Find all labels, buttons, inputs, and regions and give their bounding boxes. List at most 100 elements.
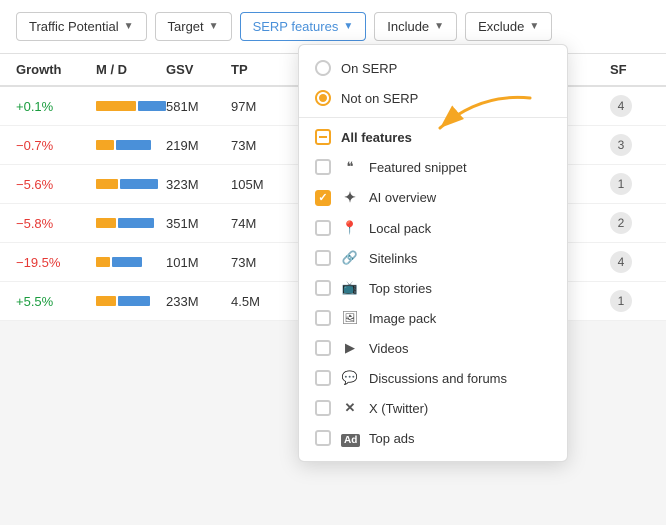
sf-badge: 4 (610, 251, 632, 273)
target-button[interactable]: Target ▼ (155, 12, 232, 41)
not-on-serp-option[interactable]: Not on SERP (299, 83, 567, 113)
checkbox-ai-overview[interactable]: ✓ (315, 190, 331, 206)
dropdown-divider (299, 117, 567, 118)
col-header-tp: TP (231, 62, 286, 77)
feature-ai-overview[interactable]: ✓ ✦ AI overview (299, 182, 567, 213)
label-discussions: Discussions and forums (369, 371, 507, 386)
label-local-pack: Local pack (369, 221, 431, 236)
checkbox-local-pack[interactable] (315, 220, 331, 236)
exclude-button[interactable]: Exclude ▼ (465, 12, 552, 41)
include-label: Include (387, 19, 429, 34)
bar-blue (118, 218, 154, 228)
target-label: Target (168, 19, 204, 34)
cell-tp: 97M (231, 99, 286, 114)
cell-growth: −0.7% (16, 138, 96, 153)
traffic-potential-button[interactable]: Traffic Potential ▼ (16, 12, 147, 41)
cell-gsv: 351M (166, 216, 231, 231)
on-serp-radio[interactable] (315, 60, 331, 76)
on-serp-label: On SERP (341, 61, 397, 76)
cell-gsv: 581M (166, 99, 231, 114)
checkbox-image-pack[interactable] (315, 310, 331, 326)
minus-line (319, 136, 327, 138)
bar-yellow (96, 140, 114, 150)
cell-sf: 4 (610, 95, 650, 117)
cell-growth: −5.6% (16, 177, 96, 192)
serp-features-button[interactable]: SERP features ▼ (240, 12, 367, 41)
checkbox-x-twitter[interactable] (315, 400, 331, 416)
feature-x-twitter[interactable]: ✕ X (Twitter) (299, 393, 567, 423)
checkbox-videos[interactable] (315, 340, 331, 356)
cell-sf: 1 (610, 173, 650, 195)
on-serp-option[interactable]: On SERP (299, 53, 567, 83)
bar-yellow (96, 296, 116, 306)
not-on-serp-radio[interactable] (315, 90, 331, 106)
label-top-ads: Top ads (369, 431, 415, 446)
traffic-potential-label: Traffic Potential (29, 19, 119, 34)
checkbox-discussions[interactable] (315, 370, 331, 386)
col-header-md: M / D (96, 62, 166, 77)
bar-yellow (96, 257, 110, 267)
cell-sf: 2 (610, 212, 650, 234)
feature-sitelinks[interactable]: 🔗 Sitelinks (299, 243, 567, 273)
feature-featured-snippet[interactable]: ❝ Featured snippet (299, 152, 567, 182)
col-header-growth: Growth (16, 62, 96, 77)
icon-videos: ▶ (341, 340, 359, 356)
feature-list: ❝ Featured snippet ✓ ✦ AI overview 📍 Loc… (299, 152, 567, 453)
cell-gsv: 323M (166, 177, 231, 192)
checkbox-top-ads[interactable] (315, 430, 331, 446)
feature-discussions[interactable]: 💬 Discussions and forums (299, 363, 567, 393)
label-ai-overview: AI overview (369, 190, 436, 205)
cell-md (96, 179, 166, 189)
feature-local-pack[interactable]: 📍 Local pack (299, 213, 567, 243)
all-features-label: All features (341, 130, 412, 145)
col-header-sf: SF (610, 62, 650, 77)
include-button[interactable]: Include ▼ (374, 12, 457, 41)
icon-featured-snippet: ❝ (341, 159, 359, 175)
cell-md (96, 140, 166, 150)
checkbox-top-stories[interactable] (315, 280, 331, 296)
feature-top-ads[interactable]: Ad Top ads (299, 423, 567, 453)
bar-yellow (96, 179, 118, 189)
checkbox-sitelinks[interactable] (315, 250, 331, 266)
minus-icon (315, 129, 331, 145)
cell-md (96, 101, 166, 111)
icon-ai-overview: ✦ (341, 189, 359, 206)
cell-growth: +5.5% (16, 294, 96, 309)
cell-sf: 4 (610, 251, 650, 273)
not-on-serp-label: Not on SERP (341, 91, 418, 106)
sf-badge: 3 (610, 134, 632, 156)
label-featured-snippet: Featured snippet (369, 160, 467, 175)
label-image-pack: Image pack (369, 311, 436, 326)
label-videos: Videos (369, 341, 409, 356)
icon-x-twitter: ✕ (341, 400, 359, 416)
exclude-label: Exclude (478, 19, 524, 34)
cell-md (96, 218, 166, 228)
checkbox-featured-snippet[interactable] (315, 159, 331, 175)
bar-yellow (96, 218, 116, 228)
bar-blue (112, 257, 142, 267)
chevron-down-icon: ▼ (343, 21, 353, 32)
all-features-header: All features (299, 122, 567, 152)
cell-tp: 73M (231, 255, 286, 270)
cell-growth: +0.1% (16, 99, 96, 114)
cell-sf: 1 (610, 290, 650, 312)
bar-yellow (96, 101, 136, 111)
bar-blue (116, 140, 151, 150)
icon-discussions: 💬 (341, 370, 359, 386)
chevron-down-icon: ▼ (124, 21, 134, 32)
cell-md (96, 257, 166, 267)
bar-blue (120, 179, 158, 189)
feature-image-pack[interactable]: 🖼 Image pack (299, 303, 567, 333)
sf-badge: 2 (610, 212, 632, 234)
icon-top-ads: Ad (341, 431, 359, 446)
chevron-down-icon: ▼ (209, 21, 219, 32)
cell-sf: 3 (610, 134, 650, 156)
icon-image-pack: 🖼 (341, 310, 359, 326)
feature-top-stories[interactable]: 📺 Top stories (299, 273, 567, 303)
bar-blue (118, 296, 150, 306)
label-top-stories: Top stories (369, 281, 432, 296)
sf-badge: 1 (610, 290, 632, 312)
label-sitelinks: Sitelinks (369, 251, 417, 266)
icon-sitelinks: 🔗 (341, 250, 359, 266)
feature-videos[interactable]: ▶ Videos (299, 333, 567, 363)
